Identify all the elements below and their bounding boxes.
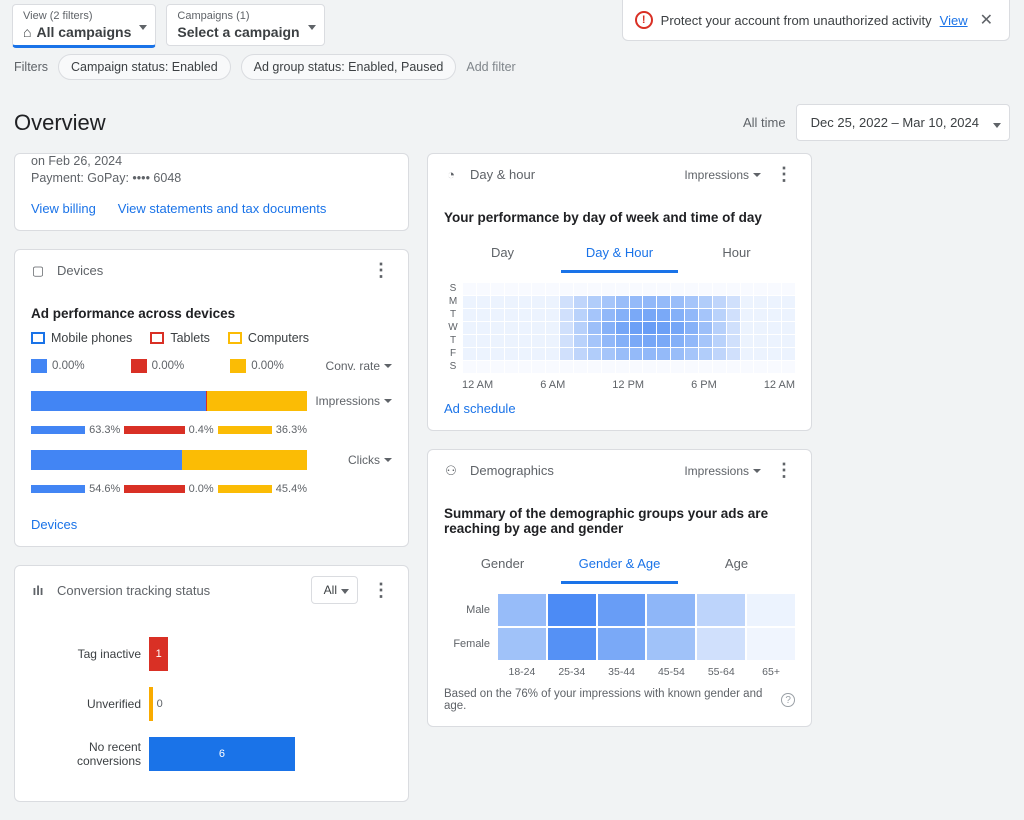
- demo-tabs: Gender Gender & Age Age: [444, 546, 795, 584]
- dayhour-subtitle: Your performance by day of week and time…: [444, 210, 795, 225]
- tab-age[interactable]: Age: [678, 546, 795, 584]
- home-icon: ⌂: [23, 23, 31, 41]
- chevron-down-icon: [308, 25, 316, 30]
- conversion-card: ılı Conversion tracking status All ⋮ Tag…: [14, 565, 409, 802]
- page-title: Overview: [14, 110, 106, 136]
- tab-gender[interactable]: Gender: [444, 546, 561, 584]
- tab-day[interactable]: Day: [444, 235, 561, 273]
- filter-pill-campaign-status[interactable]: Campaign status: Enabled: [58, 54, 231, 80]
- alert-text: Protect your account from unauthorized a…: [661, 13, 932, 28]
- tab-day-hour[interactable]: Day & Hour: [561, 235, 678, 273]
- conversion-title: Conversion tracking status: [57, 583, 210, 598]
- conversion-filter-dropdown[interactable]: All: [311, 576, 358, 604]
- filter-pill-adgroup-status[interactable]: Ad group status: Enabled, Paused: [241, 54, 457, 80]
- close-icon[interactable]: ✕: [976, 10, 997, 30]
- computer-icon: [228, 332, 242, 344]
- card-menu-icon[interactable]: ⋮: [771, 164, 797, 185]
- chevron-down-icon: [341, 589, 349, 594]
- demo-title: Demographics: [470, 463, 554, 478]
- security-alert: ! Protect your account from unauthorized…: [622, 0, 1010, 41]
- clock-icon: ◔: [442, 167, 460, 182]
- chevron-down-icon: [139, 25, 147, 30]
- card-menu-icon[interactable]: ⋮: [368, 260, 394, 281]
- chevron-down-icon: [753, 469, 761, 473]
- metric-dropdown[interactable]: Conv. rate: [307, 359, 392, 373]
- filters-label: Filters: [14, 60, 48, 74]
- devices-icon: ▢: [29, 263, 47, 279]
- tab-gender-age[interactable]: Gender & Age: [561, 546, 678, 584]
- demo-subtitle: Summary of the demographic groups your a…: [444, 506, 795, 536]
- view-selector-caption: View (2 filters): [23, 9, 131, 23]
- conv-label: Tag inactive: [31, 647, 141, 661]
- help-icon[interactable]: ?: [781, 693, 795, 707]
- view-statements-link[interactable]: View statements and tax documents: [118, 201, 327, 216]
- view-selector[interactable]: View (2 filters) ⌂All campaigns: [12, 4, 156, 48]
- demo-metric-dropdown[interactable]: Impressions: [676, 464, 761, 478]
- devices-subtitle: Ad performance across devices: [31, 306, 392, 321]
- metric-dropdown[interactable]: Clicks: [307, 453, 392, 467]
- date-range-picker[interactable]: Dec 25, 2022 – Mar 10, 2024: [796, 104, 1010, 141]
- campaign-selector-caption: Campaigns (1): [177, 9, 299, 23]
- billing-card: on Feb 26, 2024 Payment: GoPay: •••• 604…: [14, 153, 409, 231]
- dayhour-title: Day & hour: [470, 167, 535, 182]
- conv-label: No recent conversions: [31, 740, 141, 768]
- campaign-selector[interactable]: Campaigns (1) Select a campaign: [166, 4, 324, 46]
- dayhour-card: ◔ Day & hour Impressions ⋮ Your performa…: [427, 153, 812, 431]
- alert-view-link[interactable]: View: [940, 13, 968, 28]
- card-menu-icon[interactable]: ⋮: [771, 460, 797, 481]
- view-billing-link[interactable]: View billing: [31, 201, 96, 216]
- devices-link[interactable]: Devices: [31, 517, 77, 532]
- chevron-down-icon: [993, 123, 1001, 128]
- card-menu-icon[interactable]: ⋮: [368, 580, 394, 601]
- add-filter-button[interactable]: Add filter: [466, 60, 515, 74]
- devices-card: ▢ Devices ⋮ Ad performance across device…: [14, 249, 409, 547]
- devices-title: Devices: [57, 263, 103, 278]
- dayhour-tabs: Day Day & Hour Hour: [444, 235, 795, 273]
- tablet-icon: [150, 332, 164, 344]
- date-caption: All time: [743, 115, 786, 130]
- billing-payment: Payment: GoPay: •••• 6048: [31, 171, 392, 185]
- tab-hour[interactable]: Hour: [678, 235, 795, 273]
- chevron-down-icon: [753, 173, 761, 177]
- dayhour-heatmap: SMTWTFS: [444, 283, 795, 373]
- phone-icon: [31, 332, 45, 344]
- bar-chart-icon: ılı: [29, 583, 47, 598]
- dayhour-metric-dropdown[interactable]: Impressions: [676, 168, 761, 182]
- metric-dropdown[interactable]: Impressions: [307, 394, 392, 408]
- billing-date: on Feb 26, 2024: [31, 154, 392, 168]
- ad-schedule-link[interactable]: Ad schedule: [444, 401, 516, 416]
- devices-legend: Mobile phones Tablets Computers: [31, 331, 392, 345]
- dayhour-time-axis: 12 AM 6 AM 12 PM 6 PM 12 AM: [462, 379, 795, 391]
- demo-note: Based on the 76% of your impressions wit…: [444, 688, 795, 712]
- demo-heatmap: MaleFemale18-2425-3435-4445-5455-6465+: [444, 594, 795, 678]
- conv-label: Unverified: [31, 697, 141, 711]
- warning-icon: !: [635, 11, 653, 29]
- people-icon: ⚇: [442, 463, 460, 479]
- demographics-card: ⚇ Demographics Impressions ⋮ Summary of …: [427, 449, 812, 727]
